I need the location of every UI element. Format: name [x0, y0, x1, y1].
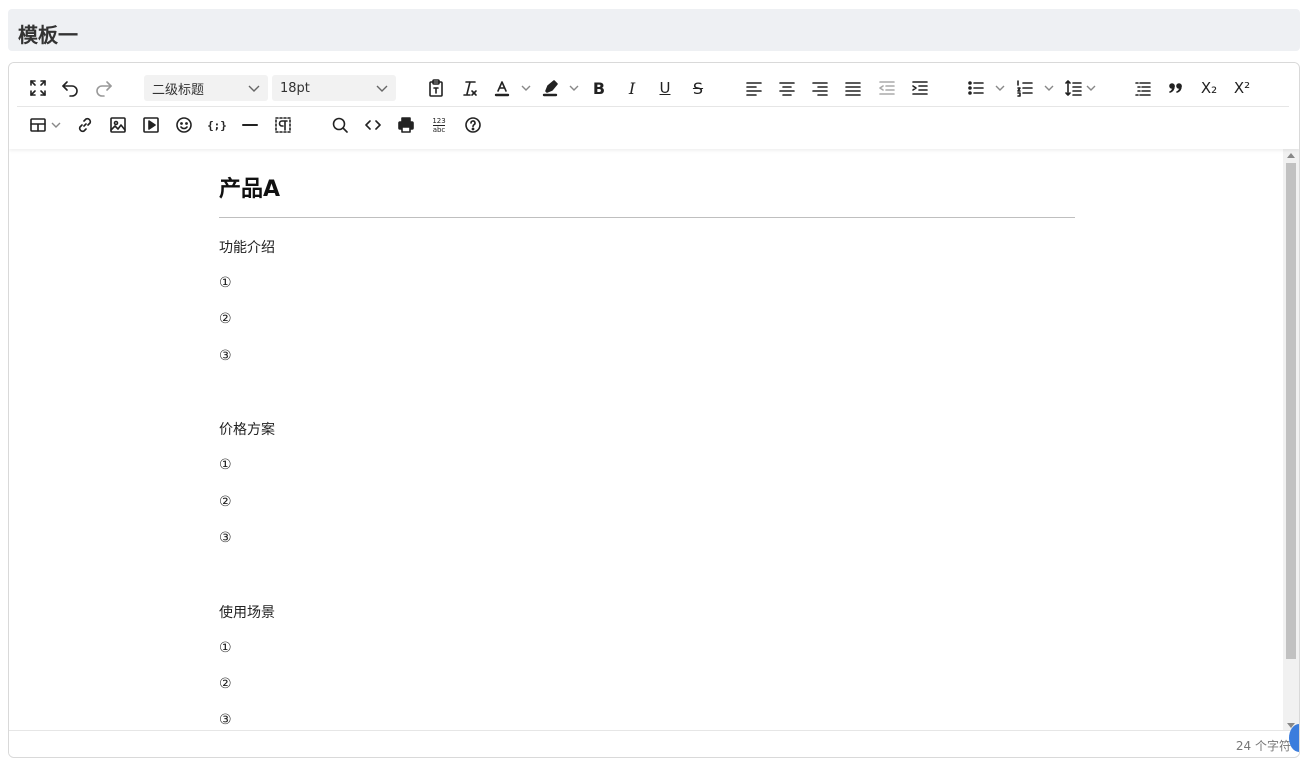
heading-format-value: 二级标题	[152, 82, 205, 98]
scroll-up-arrow-icon[interactable]	[1287, 153, 1295, 158]
list-item: ③	[219, 712, 232, 728]
word-count[interactable]: 24 个字符	[1236, 737, 1291, 754]
subscript-button[interactable]: X₂	[1195, 74, 1223, 102]
scrollbar-thumb[interactable]	[1286, 163, 1296, 659]
superscript-button[interactable]: X²	[1228, 74, 1256, 102]
subscript-label: X₂	[1200, 79, 1218, 97]
underline-button[interactable]: U	[651, 74, 679, 102]
align-center-icon[interactable]	[773, 74, 801, 102]
section-title: 功能介绍	[219, 240, 275, 256]
editor-content-area[interactable]: 产品A 功能介绍 ① ② ③ 价格方案 ① ② ③ 使用场景 ① ② ③	[9, 149, 1285, 732]
section-title: 使用场景	[219, 605, 275, 621]
chevron-down-icon[interactable]	[1043, 82, 1055, 94]
fullscreen-icon[interactable]	[24, 74, 52, 102]
code-sample-button[interactable]: {;}	[203, 111, 231, 139]
bold-label: B	[592, 78, 606, 98]
strikethrough-label: S	[692, 78, 704, 98]
list-item: ①	[219, 640, 232, 656]
document-heading: 产品A	[219, 177, 281, 202]
spellcheck-button[interactable]: 123 abc	[425, 111, 453, 139]
template-title-bar: 模板一	[8, 9, 1300, 51]
link-icon[interactable]	[71, 111, 99, 139]
align-right-icon[interactable]	[806, 74, 834, 102]
horizontal-rule-icon[interactable]	[236, 111, 264, 139]
align-left-icon[interactable]	[740, 74, 768, 102]
source-code-icon[interactable]	[359, 111, 387, 139]
superscript-label: X²	[1233, 79, 1251, 97]
editor-toolbar: 二级标题 18pt B I U S X₂ X² {;} 123 abc	[9, 63, 1299, 149]
chevron-down-icon[interactable]	[994, 82, 1006, 94]
show-blocks-icon[interactable]	[269, 111, 297, 139]
rich-text-editor: 二级标题 18pt B I U S X₂ X² {;} 123 abc 产品A …	[8, 62, 1300, 758]
list-item: ①	[219, 275, 232, 291]
undo-icon[interactable]	[56, 74, 84, 102]
font-size-value: 18pt	[280, 80, 310, 96]
status-bar: 24 个字符	[9, 730, 1299, 757]
table-of-contents-icon[interactable]	[1129, 74, 1157, 102]
heading-format-select[interactable]: 二级标题	[144, 75, 268, 101]
emoji-icon[interactable]	[170, 111, 198, 139]
toolbar-row-divider	[17, 106, 1289, 107]
bold-button[interactable]: B	[585, 74, 613, 102]
chevron-down-icon	[376, 83, 388, 93]
numbered-list-icon[interactable]	[1011, 74, 1039, 102]
bullet-list-icon[interactable]	[962, 74, 990, 102]
chevron-down-icon[interactable]	[1085, 82, 1097, 94]
align-justify-icon[interactable]	[839, 74, 867, 102]
table-icon[interactable]	[24, 111, 52, 139]
strikethrough-button[interactable]: S	[684, 74, 712, 102]
list-item: ①	[219, 457, 232, 473]
list-item: ③	[219, 348, 232, 364]
chevron-down-icon	[248, 83, 260, 93]
list-item: ②	[219, 311, 232, 327]
media-icon[interactable]	[137, 111, 165, 139]
text-color-icon[interactable]	[488, 74, 516, 102]
spellcheck-bottom-label: abc	[432, 124, 446, 134]
font-size-select[interactable]: 18pt	[272, 75, 396, 101]
list-item: ②	[219, 494, 232, 510]
redo-icon[interactable]	[90, 74, 118, 102]
italic-label: I	[628, 78, 636, 98]
help-icon[interactable]	[459, 111, 487, 139]
blockquote-icon[interactable]	[1162, 74, 1190, 102]
outdent-icon[interactable]	[873, 74, 901, 102]
chevron-down-icon[interactable]	[520, 82, 532, 94]
print-icon[interactable]	[392, 111, 420, 139]
code-sample-label: {;}	[207, 118, 227, 132]
chevron-down-icon[interactable]	[568, 82, 580, 94]
indent-icon[interactable]	[906, 74, 934, 102]
italic-button[interactable]: I	[618, 74, 646, 102]
image-icon[interactable]	[104, 111, 132, 139]
spellcheck-top-label: 123	[432, 116, 446, 125]
page-title: 模板一	[18, 23, 78, 47]
clear-formatting-icon[interactable]	[455, 74, 483, 102]
highlight-color-icon[interactable]	[536, 74, 564, 102]
paste-text-icon[interactable]	[422, 74, 450, 102]
vertical-scrollbar[interactable]	[1283, 149, 1299, 732]
chevron-down-icon[interactable]	[50, 119, 62, 131]
list-item: ②	[219, 676, 232, 692]
list-item: ③	[219, 530, 232, 546]
underline-label: U	[659, 79, 671, 97]
line-height-icon[interactable]	[1059, 74, 1087, 102]
heading-divider	[219, 217, 1075, 218]
search-icon[interactable]	[326, 111, 354, 139]
section-title: 价格方案	[219, 422, 275, 438]
